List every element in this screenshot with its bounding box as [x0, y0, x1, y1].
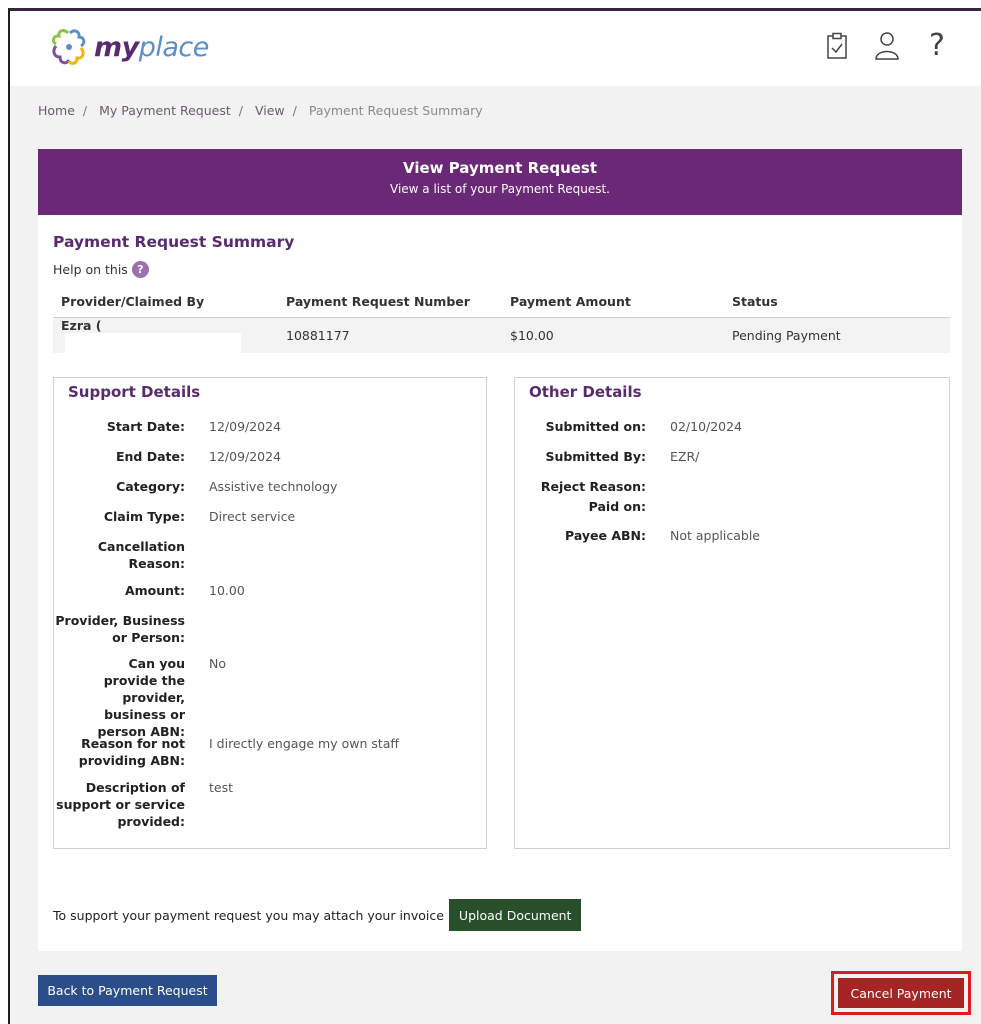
page-subtitle: View a list of your Payment Request. — [390, 182, 610, 196]
field-reason-no-abn: Reason for not providing ABN: I directly … — [78, 736, 400, 768]
user-icon[interactable] — [873, 29, 901, 63]
other-details-panel: Other Details Submitted on: 02/10/2024 Su… — [514, 377, 950, 849]
cancel-payment-highlight: Cancel Payment — [831, 971, 971, 1015]
field-category: Category: Assistive technology — [116, 479, 338, 494]
field-paid-on: Paid on: — [588, 499, 646, 514]
col-request-number: Payment Request Number — [278, 287, 502, 318]
redaction — [65, 332, 241, 353]
breadcrumb-home[interactable]: Home — [38, 103, 75, 118]
upload-instruction: To support your payment request you may … — [53, 907, 444, 923]
upload-document-button[interactable]: Upload Document — [448, 899, 582, 931]
field-reject-reason: Reject Reason: — [540, 479, 646, 494]
col-payment-amount: Payment Amount — [502, 287, 724, 318]
help-on-this-label: Help on this — [53, 262, 128, 277]
field-start-date: Start Date: 12/09/2024 — [106, 419, 282, 434]
payment-request-card: View Payment Request View a list of your… — [38, 149, 962, 951]
back-to-payment-request-button[interactable]: Back to Payment Request — [38, 975, 217, 1006]
help-badge-icon[interactable]: ? — [131, 261, 149, 278]
breadcrumb-my-payment-request[interactable]: My Payment Request — [99, 103, 231, 118]
help-icon[interactable]: ? — [923, 29, 951, 63]
upload-section: To support your payment request you may … — [53, 899, 582, 931]
field-provider-business-person: Provider, Business or Person: — [55, 613, 185, 645]
page-title: View Payment Request — [402, 159, 598, 177]
top-bar: myplace ? — [10, 11, 981, 86]
field-claim-type: Claim Type: Direct service — [103, 509, 296, 524]
logo-wordmark: myplace — [94, 31, 209, 63]
other-details-title: Other Details — [529, 383, 642, 401]
breadcrumb-current: Payment Request Summary — [308, 103, 483, 118]
summary-table: Provider/Claimed By Payment Request Numb… — [53, 287, 950, 353]
field-cancellation-reason: Cancellation Reason: — [97, 539, 185, 571]
breadcrumb: Home / My Payment Request / View / Payment … — [38, 103, 483, 118]
summary-title: Payment Request Summary — [53, 233, 295, 251]
field-description: Description of support or service provid… — [56, 780, 234, 829]
cell-payment-amount: $10.00 — [502, 317, 724, 353]
col-provider: Provider/Claimed By — [53, 287, 278, 318]
support-details-title: Support Details — [68, 383, 201, 401]
field-end-date: End Date: 12/09/2024 — [115, 449, 282, 464]
field-amount: Amount: 10.00 — [124, 583, 245, 598]
table-row: Ezra ( 10881177 $10.00 Pending Payment — [53, 317, 950, 353]
cell-request-number: 10881177 — [278, 317, 502, 353]
clipboard-check-icon[interactable] — [823, 29, 851, 63]
top-icons: ? — [823, 29, 951, 63]
col-status: Status — [724, 287, 950, 318]
help-on-this[interactable]: Help on this ? — [53, 261, 149, 278]
field-can-provide-abn: Can you provide the provider, business o… — [97, 656, 226, 739]
card-header: View Payment Request View a list of your… — [38, 149, 962, 215]
field-payee-abn: Payee ABN: Not applicable — [565, 528, 760, 543]
cell-status: Pending Payment — [724, 317, 950, 353]
field-submitted-on: Submitted on: 02/10/2024 — [545, 419, 743, 434]
breadcrumb-view[interactable]: View — [255, 103, 285, 118]
cell-provider: Ezra ( — [53, 317, 278, 353]
field-submitted-by: Submitted By: EZR/ — [545, 449, 700, 464]
myplace-logo[interactable]: myplace — [46, 27, 209, 67]
support-details-panel: Support Details Start Date: 12/09/2024 En… — [53, 377, 487, 849]
cancel-payment-button[interactable]: Cancel Payment — [838, 978, 964, 1008]
star-people-logo-icon — [51, 29, 86, 65]
